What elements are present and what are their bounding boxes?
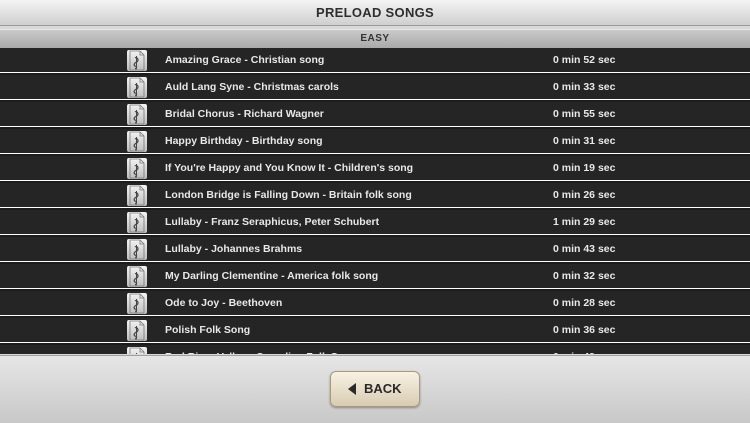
song-title: Lullaby - Franz Seraphicus, Peter Schube…: [165, 216, 380, 228]
music-note-file-icon: [127, 185, 147, 206]
song-title: Ode to Joy - Beethoven: [165, 297, 283, 309]
song-title: If You're Happy and You Know It - Childr…: [165, 162, 414, 174]
song-row[interactable]: Ode to Joy - Beethoven 0 min 28 sec: [0, 291, 750, 316]
song-row[interactable]: Bridal Chorus - Richard Wagner 0 min 55 s…: [0, 102, 750, 127]
song-duration: 0 min 49 sec: [553, 345, 615, 354]
song-row[interactable]: Happy Birthday - Birthday song 0 min 31 s…: [0, 129, 750, 154]
song-duration: 0 min 55 sec: [553, 108, 616, 120]
footer-bar: BACK: [0, 355, 750, 423]
song-duration: 0 min 28 sec: [553, 297, 616, 309]
music-note-file-icon: [127, 131, 147, 152]
song-row[interactable]: My Darling Clementine - America folk son…: [0, 264, 750, 289]
song-title: Happy Birthday - Birthday song: [165, 135, 323, 147]
song-duration: 0 min 19 sec: [553, 162, 616, 174]
song-row[interactable]: Amazing Grace - Christian song 0 min 52 s…: [0, 48, 750, 73]
song-row[interactable]: Polish Folk Song 0 min 36 sec: [0, 318, 750, 343]
song-duration: 0 min 52 sec: [553, 54, 616, 66]
song-row[interactable]: Red River Valley - Canadian Folk Song 0 m…: [0, 345, 750, 354]
song-row[interactable]: Auld Lang Syne - Christmas carols 0 min 3…: [0, 75, 750, 100]
song-title: Auld Lang Syne - Christmas carols: [165, 81, 339, 93]
back-button-label: BACK: [364, 381, 402, 396]
song-row[interactable]: Lullaby - Johannes Brahms 0 min 43 sec: [0, 237, 750, 262]
music-note-file-icon: [127, 320, 147, 341]
song-row[interactable]: If You're Happy and You Know It - Childr…: [0, 156, 750, 181]
music-note-file-icon: [127, 77, 147, 98]
back-arrow-icon: [348, 383, 356, 395]
song-title: Red River Valley - Canadian Folk Song: [165, 345, 357, 354]
song-duration: 0 min 32 sec: [553, 270, 616, 282]
song-title: Amazing Grace - Christian song: [165, 54, 325, 66]
song-title: Bridal Chorus - Richard Wagner: [165, 108, 324, 120]
music-note-file-icon: [127, 347, 147, 354]
music-note-file-icon: [127, 158, 147, 179]
song-duration: 0 min 26 sec: [553, 189, 616, 201]
song-duration: 1 min 29 sec: [553, 216, 616, 228]
music-note-file-icon: [127, 50, 147, 71]
song-row[interactable]: London Bridge is Falling Down - Britain …: [0, 183, 750, 208]
song-duration: 0 min 36 sec: [553, 324, 616, 336]
music-note-file-icon: [127, 266, 147, 287]
music-note-file-icon: [127, 212, 147, 233]
song-duration: 0 min 33 sec: [553, 81, 616, 93]
song-duration: 0 min 43 sec: [553, 243, 616, 255]
song-title: Polish Folk Song: [165, 324, 251, 336]
song-list[interactable]: Amazing Grace - Christian song 0 min 52 s…: [0, 48, 750, 354]
music-note-file-icon: [127, 293, 147, 314]
song-title: My Darling Clementine - America folk son…: [165, 270, 379, 282]
page-title: PRELOAD SONGS: [0, 0, 750, 26]
music-note-file-icon: [127, 104, 147, 125]
music-note-file-icon: [127, 239, 147, 260]
song-duration: 0 min 31 sec: [553, 135, 616, 147]
song-title: Lullaby - Johannes Brahms: [165, 243, 303, 255]
song-title: London Bridge is Falling Down - Britain …: [165, 189, 412, 201]
song-row[interactable]: Lullaby - Franz Seraphicus, Peter Schube…: [0, 210, 750, 235]
back-button[interactable]: BACK: [330, 371, 420, 407]
section-header-easy: EASY: [0, 29, 750, 49]
